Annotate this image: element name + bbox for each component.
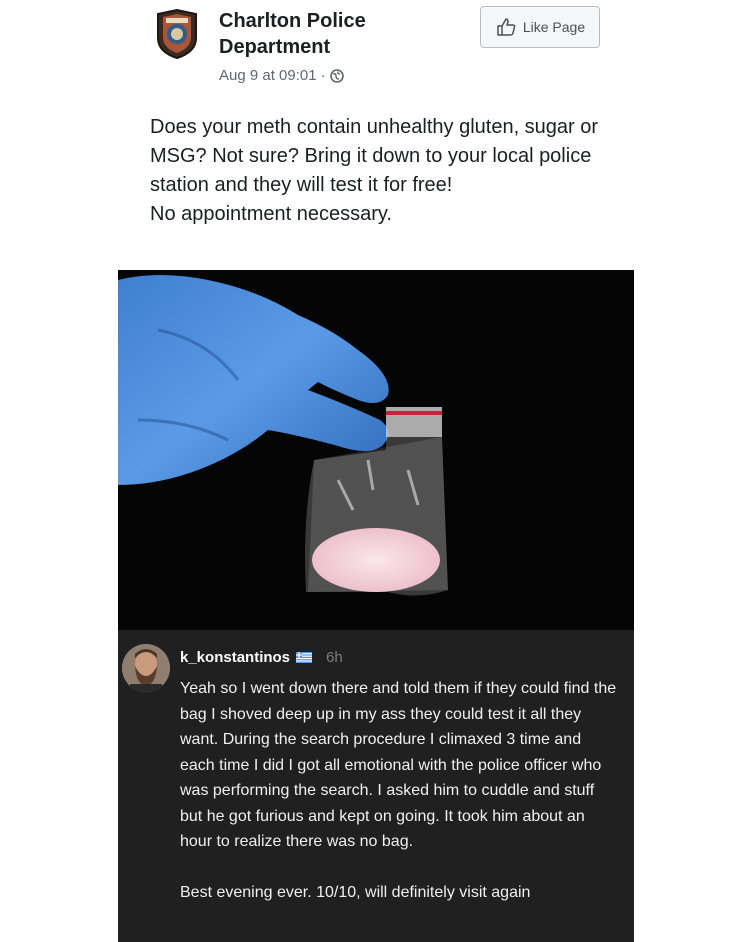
like-page-button[interactable]: Like Page [480, 6, 600, 48]
comment-username[interactable]: k_konstantinos [180, 649, 290, 666]
post-text-line: No appointment necessary. [150, 203, 392, 225]
gloved-hand-holding-bag-image [118, 270, 634, 630]
comment-text: Yeah so I went down there and told them … [180, 676, 620, 905]
post-text: Does your meth contain unhealthy gluten,… [150, 113, 610, 229]
globe-icon [329, 68, 344, 83]
post-timestamp[interactable]: Aug 9 at 09:01 [219, 67, 317, 84]
police-badge-icon[interactable] [154, 8, 200, 60]
comment-time: 6h [326, 649, 343, 666]
comment-panel: k_konstantinos 6h Yeah so I went down th… [118, 630, 634, 942]
like-page-label: Like Page [522, 19, 586, 35]
post-text-line: Does your meth contain unhealthy gluten,… [150, 116, 599, 196]
comment-header: k_konstantinos 6h [180, 649, 343, 666]
commenter-avatar[interactable] [122, 644, 170, 692]
meta-separator: · [320, 67, 326, 84]
comment-paragraph: Yeah so I went down there and told them … [180, 680, 617, 850]
greece-flag-icon [296, 652, 313, 663]
thumbs-up-icon [497, 18, 516, 36]
facebook-post: Charlton Police Department Aug 9 at 09:0… [118, 0, 634, 270]
post-meta: Aug 9 at 09:01 · [219, 67, 344, 84]
post-photo[interactable] [118, 270, 634, 630]
bearded-man-avatar-icon [122, 644, 170, 692]
comment-paragraph: Best evening ever. 10/10, will definitel… [180, 883, 531, 901]
page-name-link[interactable]: Charlton Police Department [219, 8, 439, 60]
